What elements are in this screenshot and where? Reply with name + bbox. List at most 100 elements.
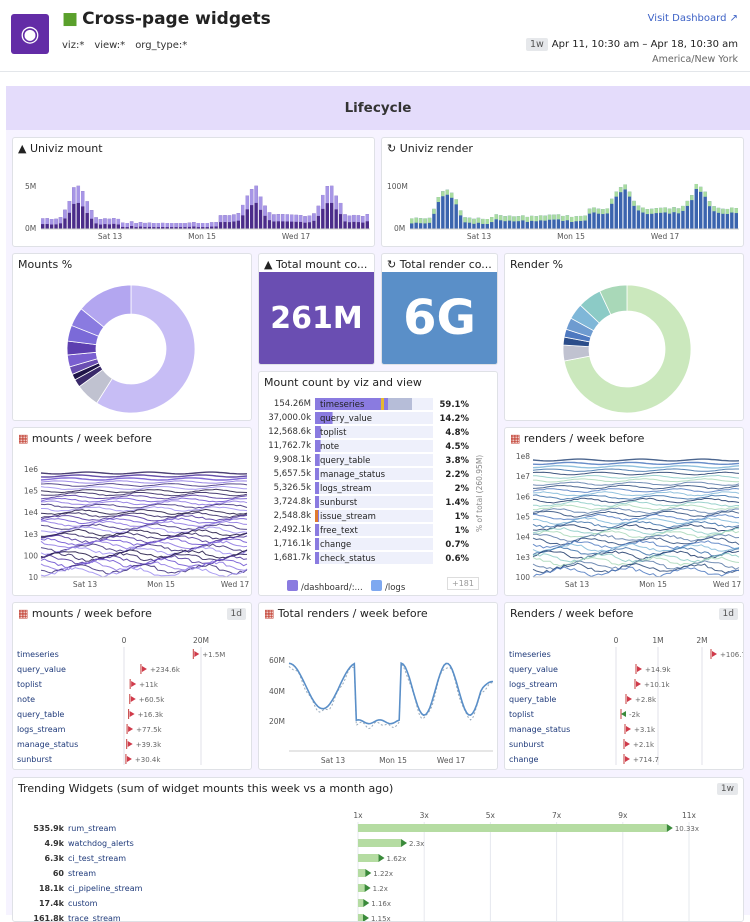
y-tick: 40M <box>269 687 285 696</box>
row-arrow <box>378 854 385 862</box>
widget-univiz-render[interactable]: ↻ Univiz render 100M 0M Sat 13 Mon 15 Wed 17 <box>381 137 744 247</box>
series-line <box>40 511 248 519</box>
bar-top <box>414 217 418 223</box>
widget-mounts-week-toplist[interactable]: ▦ mounts / week before 1d 0 20M timeseries… <box>12 602 252 770</box>
row-bar <box>315 552 319 564</box>
widget-univiz-mount[interactable]: ▲ Univiz mount 5M 0M Sat 13 Mon 15 Wed 17 <box>12 137 375 247</box>
legend-dashboard[interactable]: /dashboard/:... <box>287 580 363 593</box>
legend-logs[interactable]: /logs <box>371 580 405 593</box>
row-delta: +2.1k <box>633 741 655 749</box>
row-bar <box>358 839 402 847</box>
bar <box>450 192 454 229</box>
series-line <box>40 483 248 488</box>
univiz-render-chart[interactable]: 100M 0M Sat 13 Mon 15 Wed 17 <box>382 138 744 247</box>
renders-week-chart[interactable]: 1e8 1e7 1e6 1e5 1e4 1e3 100 Sat 13 Mon 15 Wed 17 <box>505 428 744 596</box>
bar-top <box>530 215 534 221</box>
bar-top <box>147 222 152 227</box>
mount-count-bars[interactable]: 154.26M timeseries 59.1% 37,000.0k query_val… <box>259 372 498 596</box>
bar-top <box>125 223 129 228</box>
datadog-logo[interactable]: ◉ <box>11 14 49 54</box>
bar-top <box>316 205 321 216</box>
row-delta: +30.4k <box>135 756 161 764</box>
series-line <box>40 480 248 484</box>
renders-change-chart[interactable]: 0 1M 2M timeseries +106.7k query_value +14.9k l… <box>505 603 744 770</box>
visit-dashboard-link[interactable]: Visit Dashboard ↗ <box>648 13 738 24</box>
total-renders-chart[interactable]: 60M 40M 20M Sat 13 Mon 15 Wed 17 <box>259 603 498 770</box>
row-name: stream <box>68 869 96 878</box>
widget-renders-week-before[interactable]: ▦ renders / week before 1e8 1e7 1e6 1e5 1e4 1… <box>504 427 744 596</box>
time-range[interactable]: 1w Apr 11, 10:30 am – Apr 18, 10:30 am <box>525 38 738 51</box>
widget-total-mount[interactable]: ▲ Total mount co... 261M <box>258 253 375 365</box>
more-button[interactable]: +181 <box>447 577 479 590</box>
row-pct: 1% <box>455 526 470 536</box>
bar-top <box>289 214 294 222</box>
row-bar <box>315 468 319 480</box>
y-tick: 1e8 <box>516 452 530 461</box>
trending-chart[interactable]: 1x 3x 5x 7x 9x 11x 535.9k rum_stream 10.33x 4.9k w… <box>13 778 744 922</box>
row-count: 154.26M <box>274 399 311 409</box>
series-line <box>532 458 740 462</box>
row-ratio: 1.2x <box>373 885 388 893</box>
puzzle-icon: ■ <box>62 9 79 29</box>
widget-renders-week-toplist[interactable]: Renders / week before 1d 0 1M 2M timeseries… <box>504 602 744 770</box>
bar <box>618 187 623 229</box>
row-count: 2,548.8k <box>274 511 311 521</box>
row-pct: 14.2% <box>440 414 470 424</box>
bar-top <box>463 217 467 223</box>
bar-top <box>570 216 574 222</box>
row-delta: +39.3k <box>136 741 162 749</box>
bar-top <box>516 216 521 222</box>
widget-total-renders-week[interactable]: ▦ Total renders / week before 60M 40M 20M S… <box>258 602 498 770</box>
bar-top <box>445 189 450 195</box>
row-delta: +77.5k <box>136 726 162 734</box>
var-viz[interactable]: viz:* <box>62 40 84 51</box>
row-name: timeseries <box>17 650 59 659</box>
bar-top <box>503 216 507 222</box>
mounts-change-chart[interactable]: 0 20M timeseries +1.5M query_value +234.6k top… <box>13 603 252 770</box>
bar-top <box>716 207 721 213</box>
tick: 5x <box>486 811 496 820</box>
widget-mount-count[interactable]: Mount count by viz and view 154.26M times… <box>258 371 498 596</box>
var-org-type[interactable]: org_type:* <box>135 40 187 51</box>
row-name: issue_stream <box>320 512 376 522</box>
row-count: 17.4k <box>39 899 65 908</box>
univiz-mount-chart[interactable]: 5M 0M Sat 13 Mon 15 Wed 17 <box>13 138 375 247</box>
row-count: 1,716.1k <box>274 539 311 549</box>
bar-top <box>232 214 236 222</box>
bar-top <box>521 215 525 221</box>
bar-top <box>361 216 365 223</box>
bar-top <box>58 217 63 224</box>
widget-render-pct[interactable]: Render % <box>504 253 744 421</box>
render-donut[interactable] <box>505 254 744 421</box>
range-pill[interactable]: 1w <box>525 38 548 51</box>
row-bar <box>358 884 365 892</box>
bar-top <box>134 223 138 228</box>
y-tick: 0M <box>25 224 36 233</box>
bar-top <box>338 202 343 215</box>
bar-top <box>525 216 530 222</box>
row-bar <box>358 854 379 862</box>
row-count: 1,681.7k <box>274 553 311 563</box>
bar-top <box>138 222 143 227</box>
row-name: sunburst <box>17 755 52 764</box>
widget-total-render[interactable]: ↻ Total render co... 6G <box>381 253 498 365</box>
var-view[interactable]: view:* <box>94 40 125 51</box>
row-pct: 0.6% <box>445 554 469 564</box>
row-name: change <box>509 755 539 764</box>
mounts-week-chart[interactable]: 1e6 1e5 1e4 1e3 100 10 Sat 13 Mon 15 Wed 17 <box>13 428 252 596</box>
y-tick: 100 <box>24 551 39 560</box>
bar <box>445 189 450 229</box>
row-pct: 1% <box>455 512 470 522</box>
row-arrow <box>194 651 200 657</box>
bar-top <box>67 201 72 213</box>
bar-top <box>481 218 485 224</box>
bar <box>441 191 445 229</box>
widget-mounts-pct[interactable]: Mounts % <box>12 253 252 421</box>
widget-mounts-week-before[interactable]: ▦ mounts / week before 1e6 1e5 1e4 1e3 100 10… <box>12 427 252 596</box>
row-name: manage_status <box>509 725 570 734</box>
y-tick: 1e5 <box>516 513 530 522</box>
series-line <box>288 661 494 725</box>
mounts-donut[interactable] <box>13 254 252 421</box>
widget-trending[interactable]: Trending Widgets (sum of widget mounts t… <box>12 777 744 922</box>
series-line <box>40 471 248 475</box>
